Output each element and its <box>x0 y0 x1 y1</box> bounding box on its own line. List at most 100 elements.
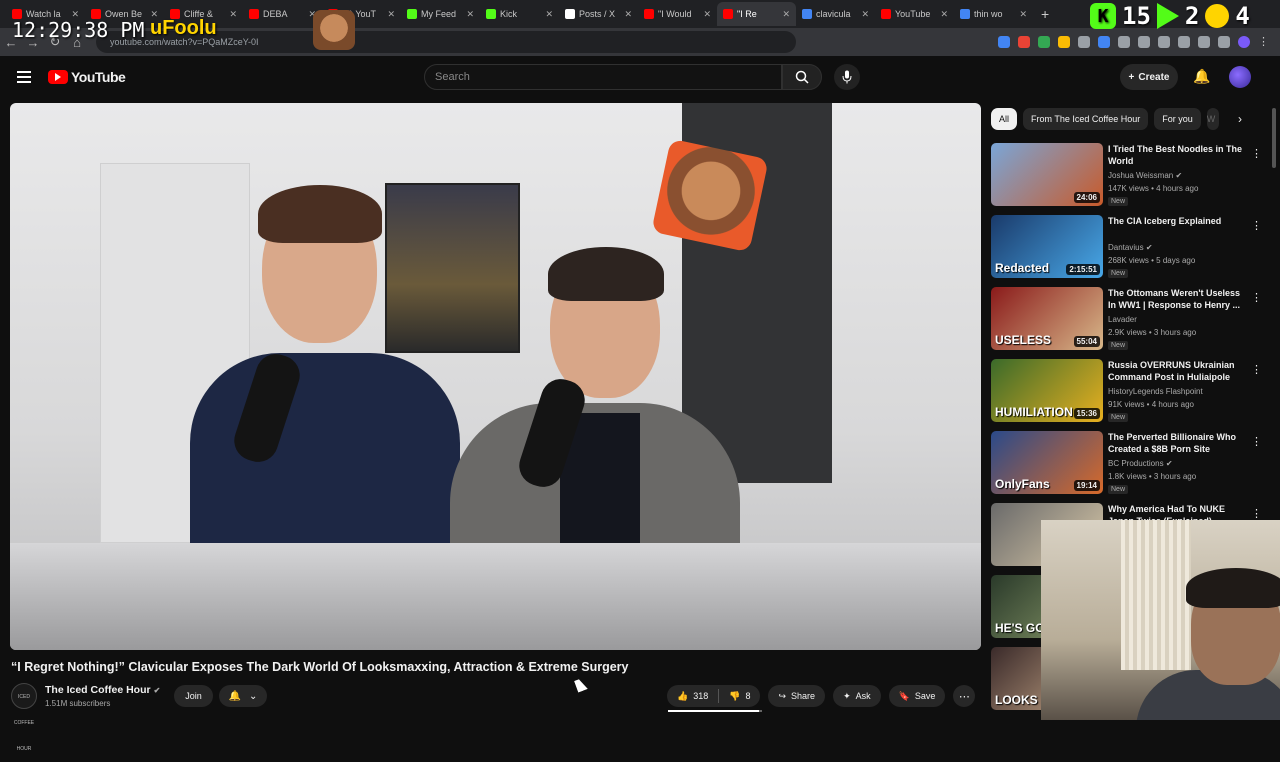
join-button[interactable]: Join <box>174 685 213 707</box>
recommended-video-title[interactable]: Russia OVERRUNS Ukrainian Command Post i… <box>1108 359 1248 383</box>
kebab-menu-icon[interactable]: ⋮ <box>1251 435 1262 448</box>
extension-icon[interactable] <box>1178 36 1190 48</box>
verified-icon: ✔ <box>1175 171 1183 180</box>
extension-icon[interactable] <box>1058 36 1070 48</box>
profile-icon[interactable] <box>1238 36 1250 48</box>
like-button[interactable]: 👍 318 <box>667 691 718 702</box>
video-player[interactable] <box>10 103 981 650</box>
extension-icon[interactable] <box>1118 36 1130 48</box>
voice-search-button[interactable] <box>834 64 860 90</box>
kebab-menu-icon[interactable]: ⋮ <box>1251 363 1262 376</box>
browser-tab[interactable]: DEBA ✕ <box>243 2 322 26</box>
share-button[interactable]: ↪ Share <box>768 685 826 707</box>
hamburger-menu-icon[interactable] <box>17 71 31 83</box>
tab-close-icon[interactable]: ✕ <box>624 9 632 20</box>
kebab-menu-icon[interactable]: ⋮ <box>1251 507 1262 520</box>
recommended-channel-name[interactable]: HistoryLegends Flashpoint <box>1108 387 1203 396</box>
extension-icon[interactable] <box>1158 36 1170 48</box>
browser-tab[interactable]: Posts / X ✕ <box>559 2 638 26</box>
filter-chip[interactable]: From The Iced Coffee Hour <box>1023 108 1149 130</box>
create-button[interactable]: + Create <box>1120 64 1178 90</box>
new-badge: New <box>1108 413 1129 422</box>
tab-close-icon[interactable]: ✕ <box>387 9 395 20</box>
tab-label: DEBA <box>263 9 288 19</box>
browser-tab[interactable]: Kick ✕ <box>480 2 559 26</box>
tab-close-icon[interactable]: ✕ <box>782 9 790 20</box>
search-input[interactable]: Search <box>424 64 782 90</box>
recommended-channel-name[interactable]: Joshua Weissman ✔ <box>1108 171 1182 180</box>
search-button[interactable] <box>782 64 822 90</box>
tab-close-icon[interactable]: ✕ <box>703 9 711 20</box>
extension-icon[interactable] <box>1018 36 1030 48</box>
tab-favicon-icon <box>644 9 654 19</box>
video-thumbnail[interactable]: 24:06 <box>991 143 1103 206</box>
chevron-right-icon[interactable]: › <box>1238 112 1242 126</box>
recommended-video[interactable]: USELESS 55:04 The Ottomans Weren't Useless… <box>991 287 1262 353</box>
recommended-channel-text: Lavader <box>1108 315 1137 324</box>
filter-chip[interactable]: For you <box>1154 108 1201 130</box>
notifications-bell-icon[interactable]: 🔔 <box>1193 68 1210 85</box>
recommended-channel-text: HistoryLegends Flashpoint <box>1108 387 1203 396</box>
browser-tab[interactable]: "I Re ✕ <box>717 2 796 26</box>
recommended-video-title[interactable]: I Tried The Best Noodles in The World <box>1108 143 1248 167</box>
video-thumbnail[interactable]: USELESS 55:04 <box>991 287 1103 350</box>
new-tab-button[interactable]: + <box>1033 6 1057 22</box>
join-label: Join <box>185 691 202 701</box>
kebab-menu-icon[interactable]: ⋮ <box>1251 147 1262 160</box>
more-actions-button[interactable]: ⋯ <box>953 685 976 707</box>
recommended-video[interactable]: Redacted 2:15:51 The CIA Iceberg Explained… <box>991 215 1262 281</box>
extension-icon[interactable] <box>1038 36 1050 48</box>
tab-close-icon[interactable]: ✕ <box>229 9 237 20</box>
tab-label: "I Re <box>737 9 757 19</box>
browser-tab[interactable]: "I Would ✕ <box>638 2 717 26</box>
scrollbar[interactable] <box>1272 108 1276 168</box>
filter-chip[interactable]: All <box>991 108 1018 130</box>
browser-tab[interactable]: YouTube ✕ <box>875 2 954 26</box>
recommendation-filter-chips: All From The Iced Coffee Hour For you W <box>991 108 1219 130</box>
account-avatar[interactable] <box>1229 66 1251 88</box>
save-button[interactable]: 🔖 Save <box>888 685 946 707</box>
dislike-button[interactable]: 👎 8 <box>719 691 760 702</box>
tab-close-icon[interactable]: ✕ <box>940 9 948 20</box>
search-icon <box>795 70 809 84</box>
recommended-video[interactable]: 24:06 I Tried The Best Noodles in The Wor… <box>991 143 1262 209</box>
recommended-video[interactable]: HUMILIATION 15:36 Russia OVERRUNS Ukrainia… <box>991 359 1262 425</box>
save-label: Save <box>914 691 936 701</box>
extension-icon[interactable] <box>1218 36 1230 48</box>
play-icon <box>1156 3 1179 29</box>
extension-icon[interactable] <box>1078 36 1090 48</box>
video-duration: 19:14 <box>1073 480 1100 491</box>
video-thumbnail[interactable]: HUMILIATION 15:36 <box>991 359 1103 422</box>
subscription-bell-button[interactable]: 🔔 ⌄ <box>219 685 267 707</box>
extension-icon[interactable] <box>998 36 1010 48</box>
recommended-video[interactable]: OnlyFans 19:14 The Perverted Billionaire W… <box>991 431 1262 497</box>
browser-tab[interactable]: clavicula ✕ <box>796 2 875 26</box>
video-duration: 24:06 <box>1073 192 1100 203</box>
recommended-channel-name[interactable]: Dantavius ✔ <box>1108 243 1153 252</box>
recommended-video-title[interactable]: The CIA Iceberg Explained <box>1108 215 1248 227</box>
browser-tab[interactable]: My Feed ✕ <box>401 2 480 26</box>
recommended-video-title[interactable]: The Perverted Billionaire Who Created a … <box>1108 431 1248 455</box>
youtube-logo[interactable]: YouTube <box>48 69 126 85</box>
tab-close-icon[interactable]: ✕ <box>466 9 474 20</box>
video-thumbnail[interactable]: OnlyFans 19:14 <box>991 431 1103 494</box>
channel-avatar[interactable]: ICED COFFEE HOUR <box>11 683 37 752</box>
extension-icon[interactable] <box>1138 36 1150 48</box>
video-thumbnail[interactable]: Redacted 2:15:51 <box>991 215 1103 278</box>
channel-name[interactable]: The Iced Coffee Hour ✔ <box>45 684 160 696</box>
recommended-channel-name[interactable]: Lavader <box>1108 315 1137 324</box>
extension-icon[interactable] <box>1098 36 1110 48</box>
kebab-menu-icon[interactable]: ⋮ <box>1251 291 1262 304</box>
tab-close-icon[interactable]: ✕ <box>1019 9 1027 20</box>
kebab-menu-icon[interactable]: ⋮ <box>1251 219 1262 232</box>
filter-chip[interactable]: W <box>1206 108 1219 130</box>
thumbnail-text: LOOKS <box>995 693 1038 707</box>
extension-icon[interactable] <box>1198 36 1210 48</box>
recommended-video-title[interactable]: The Ottomans Weren't Useless In WW1 | Re… <box>1108 287 1248 311</box>
browser-tab[interactable]: thin wo ✕ <box>954 2 1033 26</box>
recommended-channel-name[interactable]: BC Productions ✔ <box>1108 459 1173 468</box>
ask-button[interactable]: ✦ Ask <box>833 685 881 707</box>
tab-close-icon[interactable]: ✕ <box>861 9 869 20</box>
tab-close-icon[interactable]: ✕ <box>545 9 553 20</box>
browser-menu-icon[interactable]: ⋮ <box>1258 36 1270 48</box>
